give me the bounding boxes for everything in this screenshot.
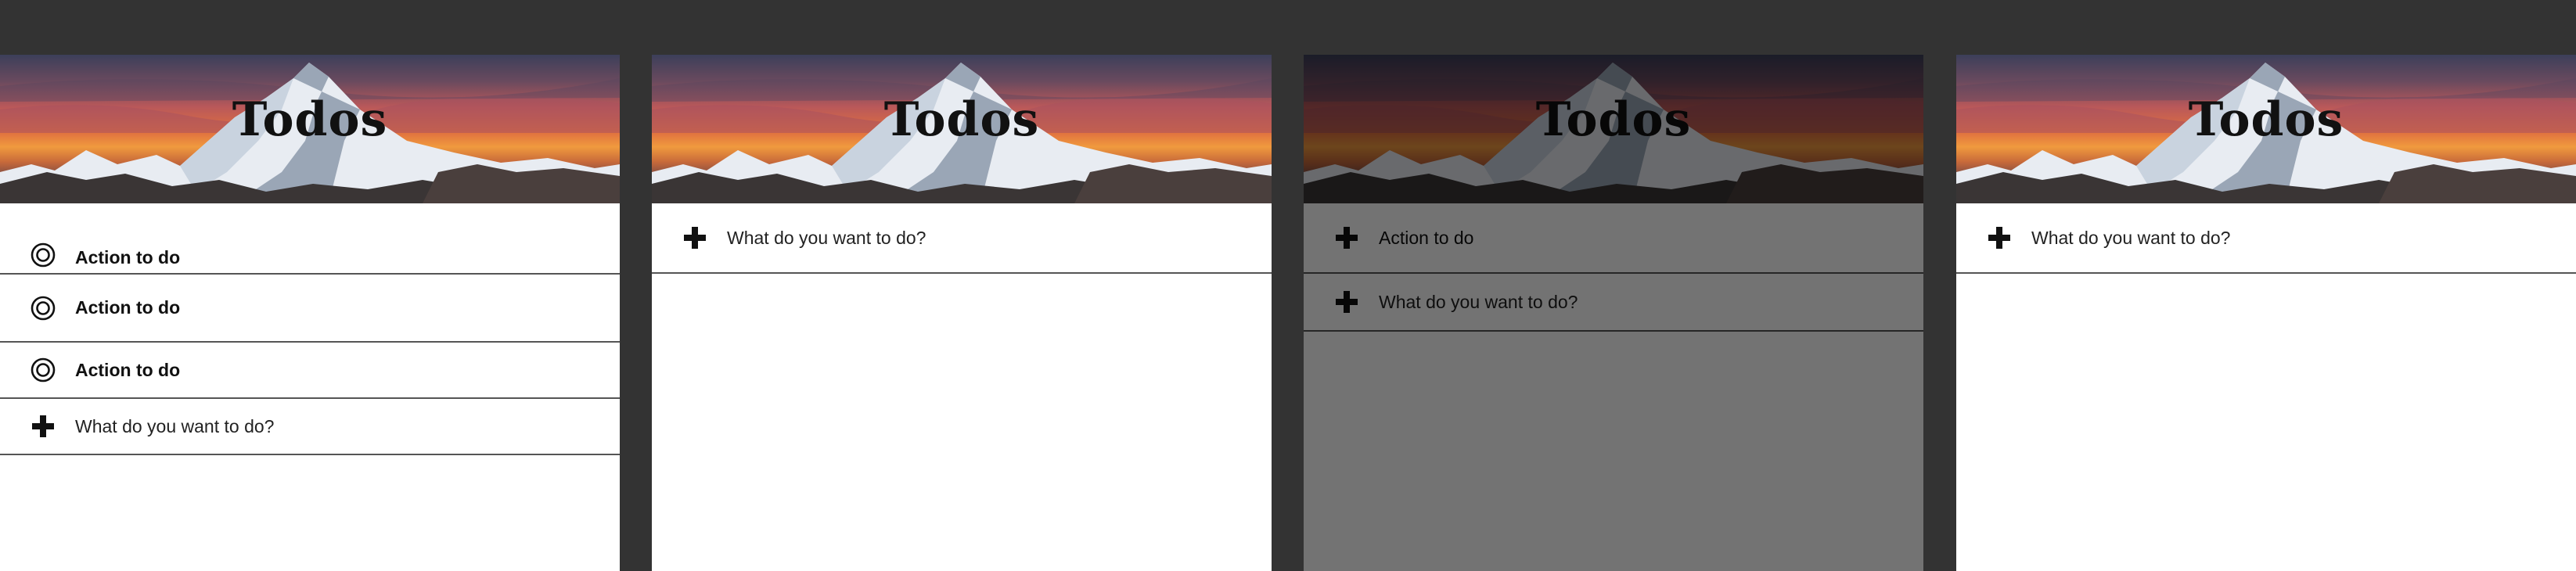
new-todo-row[interactable]: What do you want to do? [1304, 274, 1923, 332]
header-banner: Todos [1304, 55, 1923, 203]
todo-list: What do you want to do? [1956, 203, 2576, 274]
new-todo-row[interactable]: What do you want to do? [652, 203, 1272, 274]
item-label: Action to do [75, 359, 181, 380]
list-item[interactable]: Action to do [0, 275, 620, 343]
item-label: Action to do [75, 297, 181, 318]
pending-todo-row[interactable]: Action to do [1304, 203, 1923, 274]
circle-target-icon[interactable] [30, 242, 56, 268]
app-title: Todos [2188, 92, 2344, 147]
todo-screen-4: Todos What do you want to do? [1956, 55, 2576, 571]
todo-screen-3: Todos Action to do What do you want to d… [1304, 55, 1923, 571]
list-item[interactable]: Action to do [0, 343, 620, 399]
new-todo-input[interactable]: What do you want to do? [727, 228, 926, 249]
new-todo-input[interactable]: What do you want to do? [2031, 228, 2230, 249]
header-banner: Todos [1956, 55, 2576, 203]
new-todo-row[interactable]: What do you want to do? [1956, 203, 2576, 274]
todo-screen-1: Todos Action to do Action to do Action t… [0, 55, 620, 571]
app-title: Todos [883, 92, 1040, 147]
plus-icon[interactable] [1986, 224, 2013, 251]
plus-icon[interactable] [682, 224, 708, 251]
app-title: Todos [1535, 92, 1692, 147]
circle-target-icon[interactable] [30, 357, 56, 383]
todo-screen-2: Todos What do you want to do? [652, 55, 1272, 571]
new-todo-input[interactable]: What do you want to do? [1379, 292, 1578, 313]
todo-list: Action to do What do you want to do? [1304, 203, 1923, 332]
list-item[interactable]: Action to do [0, 203, 620, 275]
item-label: Action to do [75, 247, 181, 268]
header-banner: Todos [0, 55, 620, 203]
todo-list: Action to do Action to do Action to do W… [0, 203, 620, 455]
pending-item-label: Action to do [1379, 227, 1474, 248]
todo-list: What do you want to do? [652, 203, 1272, 274]
new-todo-row[interactable]: What do you want to do? [0, 399, 620, 455]
plus-icon[interactable] [1333, 224, 1360, 251]
circle-target-icon[interactable] [30, 295, 56, 321]
plus-icon[interactable] [1333, 289, 1360, 315]
app-title: Todos [232, 92, 388, 147]
new-todo-input[interactable]: What do you want to do? [75, 416, 274, 437]
plus-icon[interactable] [30, 413, 56, 440]
header-banner: Todos [652, 55, 1272, 203]
